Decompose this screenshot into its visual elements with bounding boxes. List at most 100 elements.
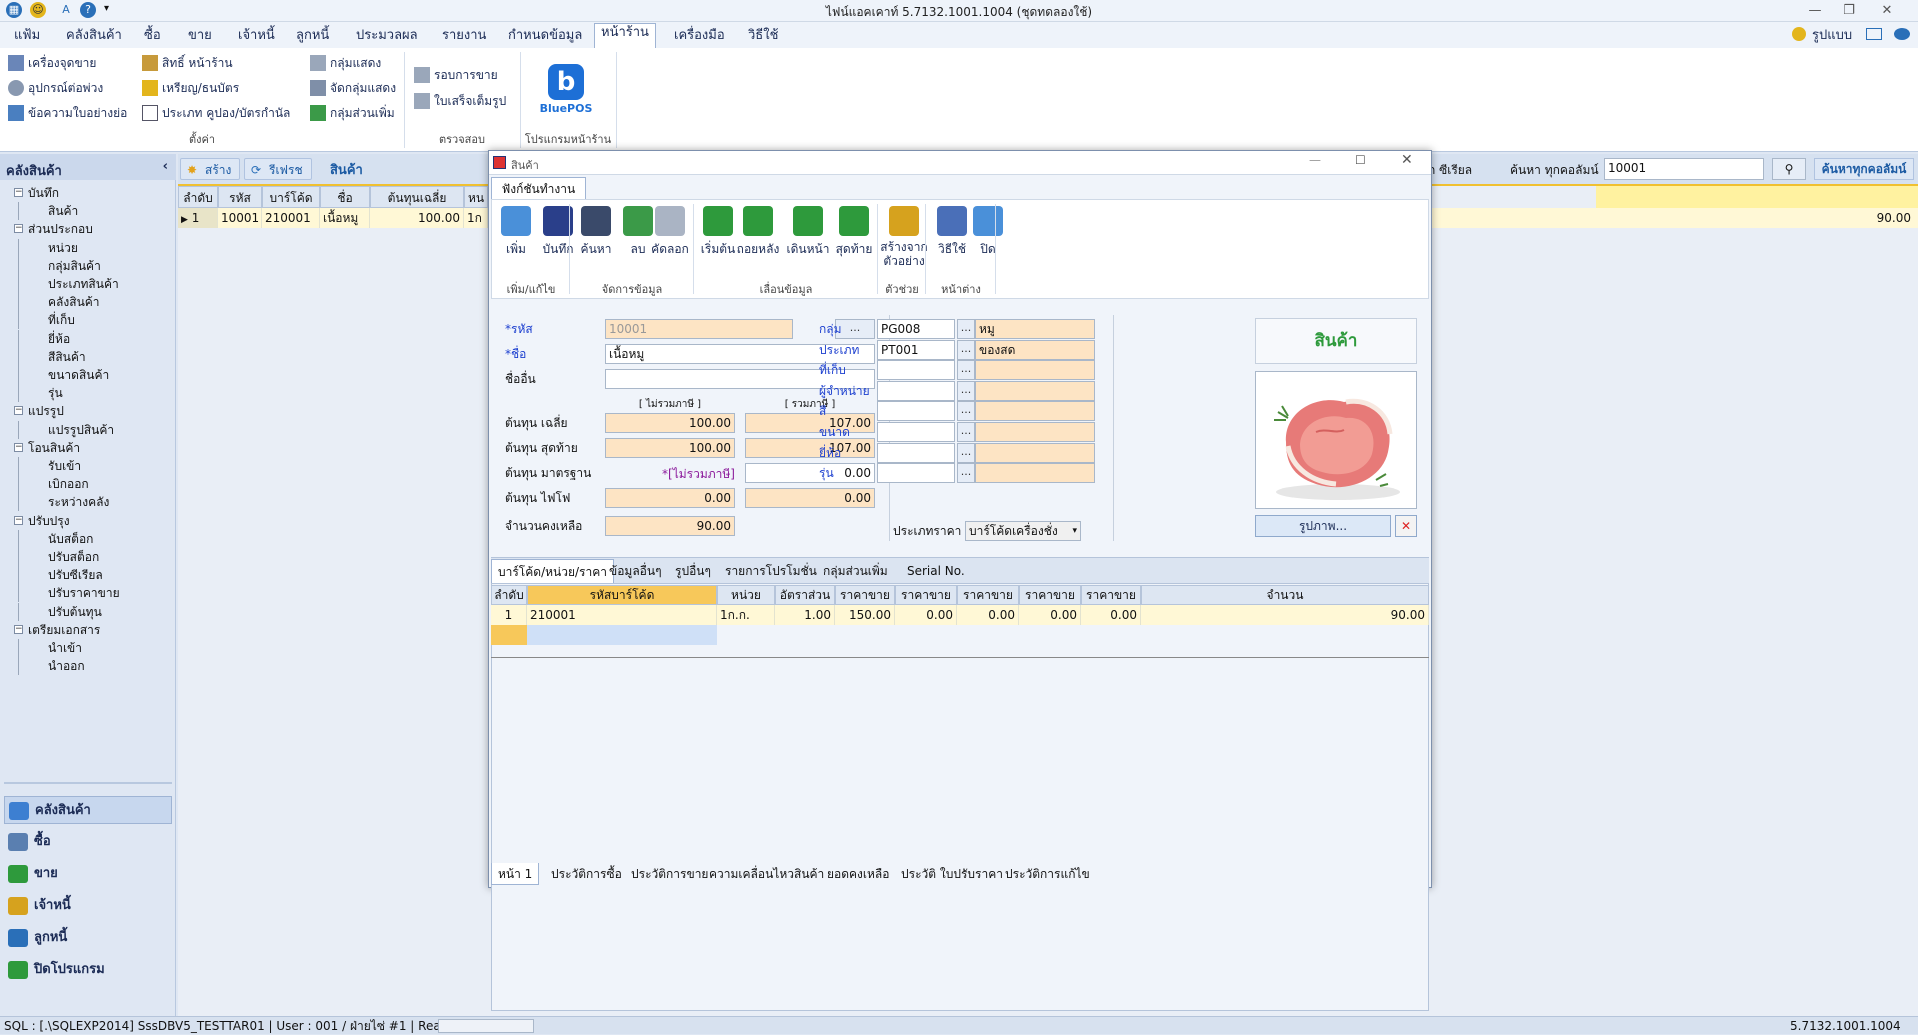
grid-cell-2[interactable]: 1ก.ก. <box>717 605 775 625</box>
grid-cell-9[interactable]: 90.00 <box>1141 605 1429 625</box>
tree-item-7[interactable]: ที่เก็บ <box>48 311 75 329</box>
col-unit[interactable]: หน <box>464 186 488 208</box>
bottom-tab-1[interactable]: ประวัติการซื้อ <box>545 863 628 885</box>
bottom-tab-3[interactable]: ความเคลื่อนไหวสินค้า <box>703 863 830 885</box>
ribbon-button-8[interactable]: สุดท้าย <box>832 204 876 259</box>
tree-group-0[interactable]: บันทึก <box>28 184 59 202</box>
tree-item-6[interactable]: คลังสินค้า <box>48 293 100 311</box>
grid-cell-3[interactable]: 1.00 <box>775 605 835 625</box>
grid-col-6[interactable]: ราคาขาย 3 <box>957 585 1019 620</box>
name-field-3[interactable] <box>975 380 1095 401</box>
page-tab-5[interactable]: Serial No. <box>901 559 971 583</box>
ribbon-button-2[interactable]: ค้นหา <box>574 204 618 259</box>
menu-payables[interactable]: เจ้าหนี้ <box>232 27 281 47</box>
sales-round-button[interactable]: รอบการขาย <box>412 64 498 86</box>
fifo-cost-ex[interactable]: 0.00 <box>605 488 735 508</box>
browse-button-5[interactable]: ... <box>957 422 975 442</box>
last-cost-in[interactable]: 107.00 <box>745 438 875 458</box>
store-rights-button[interactable]: สิทธิ์ หน้าร้าน <box>140 52 233 74</box>
grid-col-5[interactable]: ราคาขาย 2 <box>895 585 957 620</box>
minimize-icon[interactable]: — <box>1800 2 1830 20</box>
bottom-tab-6[interactable]: ประวัติการแก้ไข <box>999 863 1096 885</box>
coin-banknote-button[interactable]: เหรียญ/ธนบัตร <box>140 77 239 99</box>
coupon-type-button[interactable]: ประเภท คูปอง/บัตรกำนัล <box>140 102 290 124</box>
tree-item-11[interactable]: รุ่น <box>48 384 63 402</box>
col-avg-cost[interactable]: ต้นทุนเฉลี่ย <box>370 186 464 208</box>
tree-group-14[interactable]: โอนสินค้า <box>28 439 80 457</box>
grid-cell-5[interactable]: 0.00 <box>895 605 957 625</box>
bluepos-label[interactable]: BluePOS <box>538 102 594 115</box>
tree-group-24[interactable]: เตรียมเอกสาร <box>28 621 100 639</box>
page-tab-3[interactable]: รายการโปรโมชั่น <box>719 559 823 583</box>
menu-settings[interactable]: กำหนดข้อมูล <box>502 27 588 47</box>
tree-item-5[interactable]: ประเภทสินค้า <box>48 275 119 293</box>
expand-icon[interactable]: − <box>14 515 23 525</box>
page-tab-2[interactable]: รูปอื่นๆ <box>669 559 717 583</box>
grid-cell-0[interactable]: 1 <box>491 605 527 625</box>
menu-inventory[interactable]: คลังสินค้า <box>60 27 128 47</box>
search-icon[interactable]: ⚲ <box>1772 158 1806 180</box>
browse-button-0[interactable]: ... <box>957 319 975 339</box>
name-field-7[interactable] <box>975 463 1095 484</box>
tree-item-15[interactable]: รับเข้า <box>48 457 81 475</box>
tree-item-17[interactable]: ระหว่างคลัง <box>48 493 109 511</box>
code-field-4[interactable] <box>877 401 955 422</box>
browse-button-2[interactable]: ... <box>957 360 975 381</box>
style-menu[interactable]: รูปแบบ <box>1806 27 1858 47</box>
tree-item-1[interactable]: สินค้า <box>48 202 78 220</box>
tree-item-22[interactable]: ปรับราคาขาย <box>48 584 120 602</box>
refresh-button[interactable]: ⟳ รีเฟรช <box>244 158 312 180</box>
page-tab-1[interactable]: ข้อมูลอื่นๆ <box>603 559 668 583</box>
tree-item-4[interactable]: กลุ่มสินค้า <box>48 257 101 275</box>
nav-button-2[interactable]: ขาย <box>4 860 172 888</box>
name-field-0[interactable]: หมู <box>975 319 1095 339</box>
grid-col-4[interactable]: ราคาขาย 1 <box>835 585 895 620</box>
code-field[interactable]: 10001 <box>605 319 793 339</box>
grid-col-9[interactable]: จำนวน <box>1141 585 1429 605</box>
collapse-icon[interactable]: ‹ <box>163 159 168 174</box>
expand-icon[interactable]: − <box>14 188 23 197</box>
tree-item-16[interactable]: เบิกออก <box>48 475 89 493</box>
avg-cost-ex[interactable]: 100.00 <box>605 413 735 433</box>
browse-button-3[interactable]: ... <box>957 380 975 401</box>
menu-process[interactable]: ประมวลผล <box>350 27 424 47</box>
addon-group-button[interactable]: กลุ่มส่วนเพิ่ม <box>308 102 395 124</box>
ribbon-button-6[interactable]: ถอยหลัง <box>736 204 780 259</box>
fifo-cost-in[interactable]: 0.00 <box>745 488 875 508</box>
menu-tools[interactable]: เครื่องมือ <box>668 27 731 47</box>
tree-group-18[interactable]: ปรับปรุง <box>28 512 70 530</box>
code-field-5[interactable] <box>877 422 955 442</box>
nav-button-4[interactable]: ลูกหนี้ <box>4 924 172 952</box>
tree-item-9[interactable]: สีสินค้า <box>48 348 86 366</box>
info-icon[interactable] <box>1894 28 1910 40</box>
grid-col-3[interactable]: อัตราส่วน <box>775 585 835 605</box>
bottom-tab-0[interactable]: หน้า 1 <box>491 863 540 885</box>
tree-item-23[interactable]: ปรับต้นทุน <box>48 603 102 621</box>
pos-terminal-button[interactable]: เครื่องจุดขาย <box>6 52 96 74</box>
page-tab-0[interactable]: บาร์โค้ด/หน่วย/ราคา <box>491 559 614 583</box>
price-type-select[interactable]: บาร์โค้ดเครื่องชั่ง ▾ <box>965 521 1081 541</box>
avg-cost-in[interactable]: 107.00 <box>745 413 875 433</box>
bluepos-logo-icon[interactable]: b <box>548 64 584 100</box>
ribbon-button-7[interactable]: เดินหน้า <box>786 204 830 259</box>
menu-purchase[interactable]: ซื้อ <box>138 27 167 47</box>
tree-item-8[interactable]: ยี่ห้อ <box>48 330 70 348</box>
ribbon-button-9[interactable]: สร้างจาก ตัวอย่าง <box>878 204 930 268</box>
col-code[interactable]: รหัส <box>218 186 262 208</box>
arrange-group-button[interactable]: จัดกลุ่มแสดง <box>308 77 396 99</box>
delete-photo-icon[interactable]: ✕ <box>1395 515 1417 537</box>
grid-col-8[interactable]: ราคาขาย 5 <box>1081 585 1141 620</box>
name-field-4[interactable] <box>975 401 1095 422</box>
photo-button[interactable]: รูปภาพ... <box>1255 515 1391 537</box>
receipt-message-button[interactable]: ข้อความใบอย่างย่อ <box>6 102 127 124</box>
col-name[interactable]: ชื่อ <box>320 186 370 208</box>
expand-icon[interactable]: − <box>14 624 23 634</box>
bottom-tab-5[interactable]: ประวัติ ใบปรับราคา <box>895 863 1009 885</box>
nav-button-0[interactable]: คลังสินค้า <box>4 796 172 824</box>
col-no[interactable]: ลำดับ <box>178 186 218 208</box>
col-barcode[interactable]: บาร์โค้ด <box>262 186 320 208</box>
qty-field[interactable]: 90.00 <box>605 516 735 536</box>
menu-file[interactable]: แฟ้ม <box>8 27 46 47</box>
nav-button-3[interactable]: เจ้าหนี้ <box>4 892 172 920</box>
dialog-minimize-icon[interactable]: — <box>1309 153 1321 167</box>
